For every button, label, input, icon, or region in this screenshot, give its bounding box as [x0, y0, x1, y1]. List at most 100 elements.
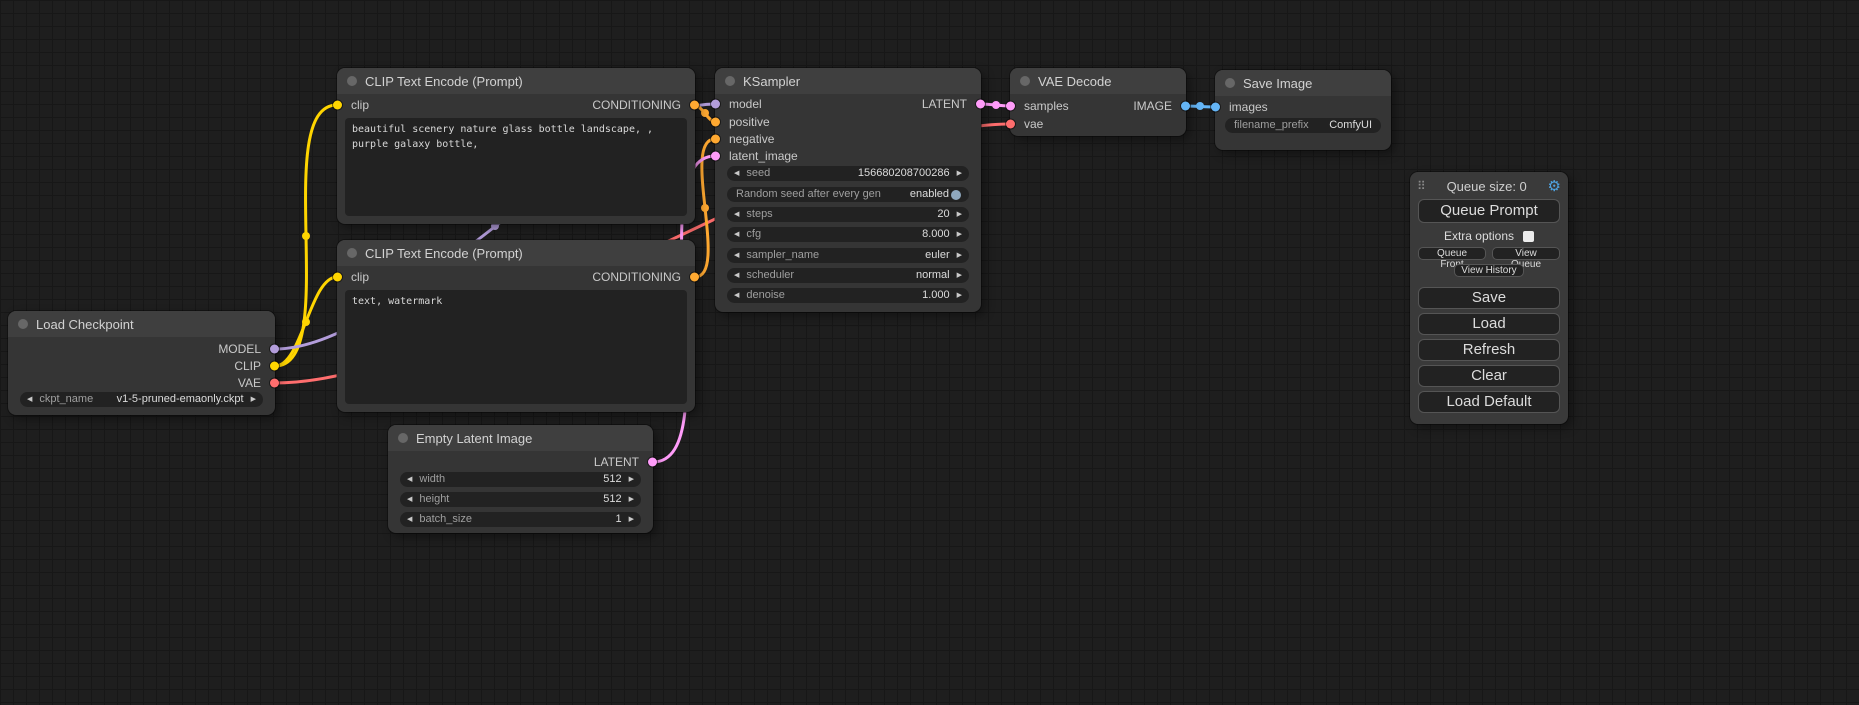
- node-status-dot: [398, 433, 408, 443]
- steps-widget[interactable]: ◀ steps 20 ▶: [727, 207, 969, 222]
- decrement-icon[interactable]: ◀: [407, 492, 412, 507]
- node-vae-decode[interactable]: VAE Decode samples vae IMAGE: [1010, 68, 1186, 136]
- output-slot-label: LATENT: [922, 97, 967, 111]
- increment-icon[interactable]: ▶: [957, 288, 962, 303]
- input-dot-model[interactable]: [711, 100, 720, 109]
- decrement-icon[interactable]: ◀: [407, 472, 412, 487]
- node-title-bar[interactable]: Empty Latent Image: [388, 425, 653, 451]
- node-title-bar[interactable]: Save Image: [1215, 70, 1391, 96]
- extra-options-checkbox[interactable]: [1523, 231, 1534, 242]
- input-dot-samples[interactable]: [1006, 102, 1015, 111]
- decrement-icon[interactable]: ◀: [734, 166, 739, 181]
- refresh-button[interactable]: Refresh: [1418, 339, 1560, 361]
- input-dot-negative[interactable]: [711, 135, 720, 144]
- input-slot-label: images: [1229, 100, 1268, 114]
- filename-prefix-widget[interactable]: filename_prefix ComfyUI: [1225, 118, 1381, 133]
- prev-option-icon[interactable]: ◀: [734, 248, 739, 263]
- seed-widget[interactable]: ◀ seed 156680208700286 ▶: [727, 166, 969, 181]
- node-title-bar[interactable]: CLIP Text Encode (Prompt): [337, 68, 695, 94]
- node-clip-text-encode-positive[interactable]: CLIP Text Encode (Prompt) clip CONDITION…: [337, 68, 695, 224]
- load-default-button[interactable]: Load Default: [1418, 391, 1560, 413]
- input-dot-clip[interactable]: [333, 273, 342, 282]
- next-option-icon[interactable]: ▶: [957, 248, 962, 263]
- decrement-icon[interactable]: ◀: [734, 288, 739, 303]
- output-dot-conditioning[interactable]: [690, 101, 699, 110]
- prompt-textarea[interactable]: text, watermark: [345, 290, 687, 404]
- widget-label: Random seed after every gen: [736, 187, 881, 202]
- output-slot-label: LATENT: [594, 455, 639, 469]
- node-clip-text-encode-negative[interactable]: CLIP Text Encode (Prompt) clip CONDITION…: [337, 240, 695, 412]
- view-queue-button[interactable]: View Queue: [1492, 247, 1560, 260]
- decrement-icon[interactable]: ◀: [734, 227, 739, 242]
- input-dot-clip[interactable]: [333, 101, 342, 110]
- increment-icon[interactable]: ▶: [957, 207, 962, 222]
- prev-option-icon[interactable]: ◀: [734, 268, 739, 283]
- decrement-icon[interactable]: ◀: [734, 207, 739, 222]
- input-dot-positive[interactable]: [711, 118, 720, 127]
- output-dot-latent[interactable]: [648, 458, 657, 467]
- input-slot-label: samples: [1024, 99, 1069, 113]
- input-slot-model: model: [715, 97, 762, 111]
- node-status-dot: [725, 76, 735, 86]
- settings-gear-icon[interactable]: ⚙: [1548, 179, 1561, 194]
- random-seed-toggle-widget[interactable]: Random seed after every gen enabled: [727, 187, 969, 202]
- input-dot-images[interactable]: [1211, 103, 1220, 112]
- next-option-icon[interactable]: ▶: [957, 268, 962, 283]
- graph-canvas[interactable]: Load Checkpoint MODEL CLIP VAE ◀ ckpt_na…: [0, 0, 1859, 705]
- prompt-textarea[interactable]: beautiful scenery nature glass bottle la…: [345, 118, 687, 216]
- clear-button[interactable]: Clear: [1418, 365, 1560, 387]
- drag-handle-icon[interactable]: ⠿: [1417, 179, 1426, 193]
- output-dot-latent[interactable]: [976, 100, 985, 109]
- output-dot-image[interactable]: [1181, 102, 1190, 111]
- input-dot-latent-image[interactable]: [711, 152, 720, 161]
- queue-prompt-button[interactable]: Queue Prompt: [1418, 199, 1560, 223]
- widget-value: 512: [603, 492, 621, 507]
- save-button[interactable]: Save: [1418, 287, 1560, 309]
- node-title-bar[interactable]: KSampler: [715, 68, 981, 94]
- node-title-bar[interactable]: CLIP Text Encode (Prompt): [337, 240, 695, 266]
- sampler-name-widget[interactable]: ◀ sampler_name euler ▶: [727, 248, 969, 263]
- decrement-icon[interactable]: ◀: [407, 512, 412, 527]
- denoise-widget[interactable]: ◀ denoise 1.000 ▶: [727, 288, 969, 303]
- node-ksampler[interactable]: KSampler model positive negative latent_…: [715, 68, 981, 312]
- scheduler-widget[interactable]: ◀ scheduler normal ▶: [727, 268, 969, 283]
- widget-value: 156680208700286: [858, 166, 950, 181]
- output-slot-label: MODEL: [218, 342, 261, 356]
- node-title: Empty Latent Image: [416, 431, 532, 446]
- output-dot-conditioning[interactable]: [690, 273, 699, 282]
- node-title-bar[interactable]: Load Checkpoint: [8, 311, 275, 337]
- output-dot-clip[interactable]: [270, 362, 279, 371]
- widget-value: ComfyUI: [1329, 118, 1372, 133]
- increment-icon[interactable]: ▶: [629, 472, 634, 487]
- node-empty-latent-image[interactable]: Empty Latent Image LATENT ◀ width 512 ▶ …: [388, 425, 653, 533]
- cfg-widget[interactable]: ◀ cfg 8.000 ▶: [727, 227, 969, 242]
- increment-icon[interactable]: ▶: [629, 492, 634, 507]
- increment-icon[interactable]: ▶: [957, 166, 962, 181]
- next-option-icon[interactable]: ▶: [251, 392, 256, 407]
- queue-buttons-row: Queue Front View Queue: [1418, 247, 1560, 260]
- output-dot-model[interactable]: [270, 345, 279, 354]
- widget-value: 1: [615, 512, 621, 527]
- input-slot-label: model: [729, 97, 762, 111]
- input-dot-vae[interactable]: [1006, 120, 1015, 129]
- node-save-image[interactable]: Save Image images filename_prefix ComfyU…: [1215, 70, 1391, 150]
- width-widget[interactable]: ◀ width 512 ▶: [400, 472, 641, 487]
- node-load-checkpoint[interactable]: Load Checkpoint MODEL CLIP VAE ◀ ckpt_na…: [8, 311, 275, 415]
- prev-option-icon[interactable]: ◀: [27, 392, 32, 407]
- output-dot-vae[interactable]: [270, 379, 279, 388]
- node-title-bar[interactable]: VAE Decode: [1010, 68, 1186, 94]
- ckpt-name-widget[interactable]: ◀ ckpt_name v1-5-pruned-emaonly.ckpt ▶: [20, 392, 263, 407]
- batch-size-widget[interactable]: ◀ batch_size 1 ▶: [400, 512, 641, 527]
- toggle-dot[interactable]: [951, 190, 961, 200]
- output-slot-label: IMAGE: [1133, 99, 1172, 113]
- view-history-button[interactable]: View History: [1454, 264, 1523, 277]
- queue-front-button[interactable]: Queue Front: [1418, 247, 1486, 260]
- increment-icon[interactable]: ▶: [957, 227, 962, 242]
- node-title: CLIP Text Encode (Prompt): [365, 74, 523, 89]
- load-button[interactable]: Load: [1418, 313, 1560, 335]
- increment-icon[interactable]: ▶: [629, 512, 634, 527]
- node-title: Load Checkpoint: [36, 317, 134, 332]
- input-slot-clip: clip: [337, 270, 369, 284]
- height-widget[interactable]: ◀ height 512 ▶: [400, 492, 641, 507]
- node-title: KSampler: [743, 74, 800, 89]
